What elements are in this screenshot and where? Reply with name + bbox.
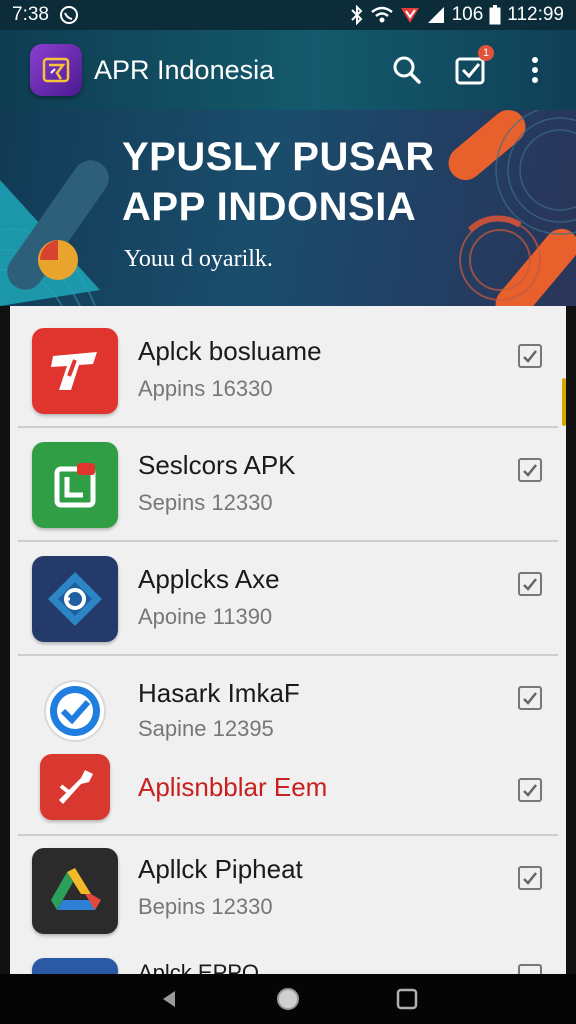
recents-button[interactable]: [392, 984, 422, 1014]
scrollbar-thumb[interactable]: [562, 378, 566, 426]
red-t-logo-icon[interactable]: [32, 328, 118, 414]
battery-icon: [489, 5, 501, 25]
app-subtitle: Bepins 12330: [138, 894, 273, 919]
back-button[interactable]: [154, 984, 184, 1014]
notification-badge: 1: [478, 45, 494, 61]
signal-icon: [426, 6, 446, 24]
navigation-bar: [0, 974, 576, 1024]
wifi-icon: [370, 6, 394, 24]
bluetooth-icon: [350, 5, 364, 25]
check-icon: [523, 692, 537, 705]
list-item[interactable]: Applcks Axe Apoine 11390: [18, 542, 558, 656]
location-alert-icon: [400, 6, 420, 24]
banner-subtitle: Youu d oyarilk.: [124, 246, 273, 272]
tasks-button[interactable]: 1: [454, 45, 494, 87]
list-item[interactable]: Hasark ImkaF Sapine 12395: [18, 656, 558, 752]
list-item[interactable]: Apllck Pipheat Bepins 12330: [18, 836, 558, 948]
search-button[interactable]: [390, 53, 424, 87]
more-options-button[interactable]: [518, 53, 552, 87]
app-name: Aplck bosluame: [138, 336, 322, 366]
recents-square-icon: [396, 988, 417, 1010]
app-list[interactable]: Aplck bosluame Appins 16330 Seslcors APK…: [10, 306, 566, 974]
banner-title: YPUSLY PUSAR APP INDONSIA: [122, 132, 435, 232]
list-item[interactable]: Seslcors APK Sepins 12330: [18, 428, 558, 542]
app-bar: APR Indonesia 1: [0, 30, 576, 110]
select-checkbox[interactable]: [518, 866, 542, 890]
drive-triangle-logo-icon[interactable]: [32, 848, 118, 934]
check-icon: [523, 578, 537, 591]
partial-app-logo-icon[interactable]: [32, 958, 118, 974]
list-item[interactable]: Aplck bosluame Appins 16330: [18, 314, 558, 428]
check-icon: [523, 872, 537, 885]
promo-banner[interactable]: YPUSLY PUSAR APP INDONSIA Youu d oyarilk…: [0, 110, 576, 306]
blue-check-logo-icon[interactable]: [32, 668, 118, 754]
green-frame-logo-icon[interactable]: [32, 442, 118, 528]
app-name: Aplck EPPO: [138, 960, 260, 974]
check-icon: [523, 784, 537, 797]
check-icon: [523, 464, 537, 477]
list-item-partial[interactable]: Aplck EPPO: [18, 948, 558, 974]
more-vert-icon: [532, 57, 538, 83]
banner-title-line1: YPUSLY PUSAR: [122, 135, 435, 179]
select-checkbox[interactable]: [518, 778, 542, 802]
app-title: APR Indonesia: [94, 54, 275, 85]
app-name: Seslcors APK: [138, 450, 296, 480]
app-subtitle: Sapine 12395: [138, 716, 274, 741]
app-subtitle: Appins 16330: [138, 376, 273, 401]
list-item[interactable]: Aplisnbblar Eem: [18, 752, 558, 836]
select-checkbox[interactable]: [518, 686, 542, 710]
back-triangle-icon: [163, 991, 176, 1007]
home-circle-icon: [276, 988, 299, 1010]
blue-diamond-logo-icon[interactable]: [32, 556, 118, 642]
status-bar: 7:38 106 112:99: [0, 0, 576, 30]
app-name: Aplisnbblar Eem: [138, 772, 328, 802]
select-checkbox[interactable]: [518, 572, 542, 596]
battery-level: 106: [451, 4, 484, 25]
select-checkbox[interactable]: [518, 964, 542, 974]
app-subtitle: Sepins 12330: [138, 490, 273, 515]
banner-title-line2: APP INDONSIA: [122, 185, 417, 229]
app-name: Hasark ImkaF: [138, 678, 300, 708]
app-name: Apllck Pipheat: [138, 854, 303, 884]
select-checkbox[interactable]: [518, 458, 542, 482]
select-checkbox[interactable]: [518, 344, 542, 368]
home-button[interactable]: [273, 984, 303, 1014]
app-name: Applcks Axe: [138, 564, 280, 594]
whatsapp-icon: [59, 5, 79, 25]
app-logo-icon[interactable]: [30, 44, 82, 96]
check-icon: [523, 350, 537, 363]
app-subtitle: Apoine 11390: [138, 604, 273, 629]
status-time: 7:38: [12, 4, 49, 25]
search-icon: [393, 56, 421, 84]
status-clock: 112:99: [507, 4, 564, 25]
red-wrench-logo-icon[interactable]: [40, 754, 110, 820]
